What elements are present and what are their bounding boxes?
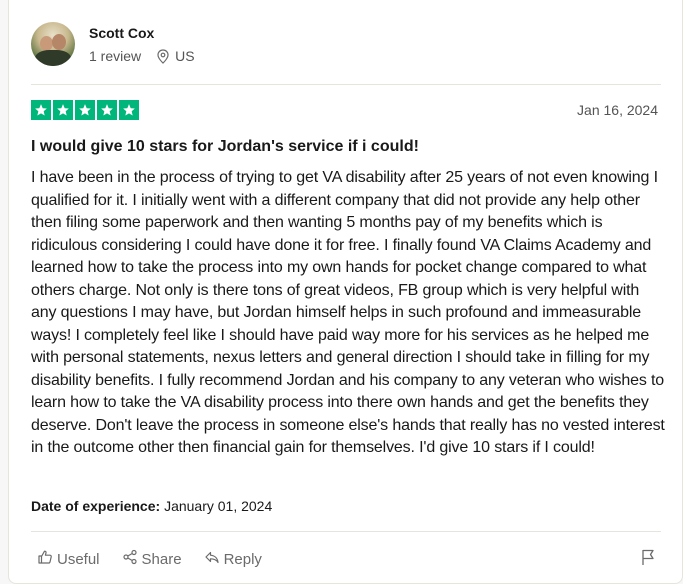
share-label: Share	[141, 550, 182, 568]
star-icon	[75, 100, 95, 120]
experience-date: January 01, 2024	[164, 498, 273, 514]
avatar[interactable]	[31, 22, 75, 66]
useful-label: Useful	[57, 550, 100, 568]
review-actions: Useful Share Reply	[37, 549, 284, 569]
star-icon	[53, 100, 73, 120]
reviewer-info: Scott Cox 1 review US	[89, 24, 195, 64]
star-icon	[119, 100, 139, 120]
flag-icon[interactable]	[640, 548, 656, 571]
review-body: I have been in the process of trying to …	[31, 169, 665, 456]
reviewer-header: Scott Cox 1 review US	[31, 22, 195, 66]
date-of-experience: Date of experience: January 01, 2024	[31, 498, 272, 514]
footer-divider	[31, 531, 661, 532]
review-date: Jan 16, 2024	[577, 102, 658, 118]
review-card: Scott Cox 1 review US Jan 16, 2024 I wou…	[8, 0, 683, 584]
star-icon	[31, 100, 51, 120]
star-rating	[31, 100, 139, 120]
reply-label: Reply	[223, 550, 262, 568]
header-divider	[31, 84, 661, 85]
share-button[interactable]: Share	[122, 549, 182, 569]
experience-label: Date of experience:	[31, 498, 161, 514]
reply-button[interactable]: Reply	[204, 549, 262, 569]
thumbs-up-icon	[37, 549, 57, 569]
star-icon	[97, 100, 117, 120]
review-count: 1 review	[89, 48, 142, 64]
reviewer-country: US	[175, 48, 195, 64]
reviewer-name[interactable]: Scott Cox	[89, 24, 195, 42]
reviewer-meta: 1 review US	[89, 48, 195, 64]
useful-button[interactable]: Useful	[37, 549, 100, 569]
share-icon	[122, 549, 142, 569]
location-pin-icon	[157, 48, 169, 64]
reply-icon	[204, 549, 224, 569]
review-title[interactable]: I would give 10 stars for Jordan's servi…	[31, 138, 419, 156]
